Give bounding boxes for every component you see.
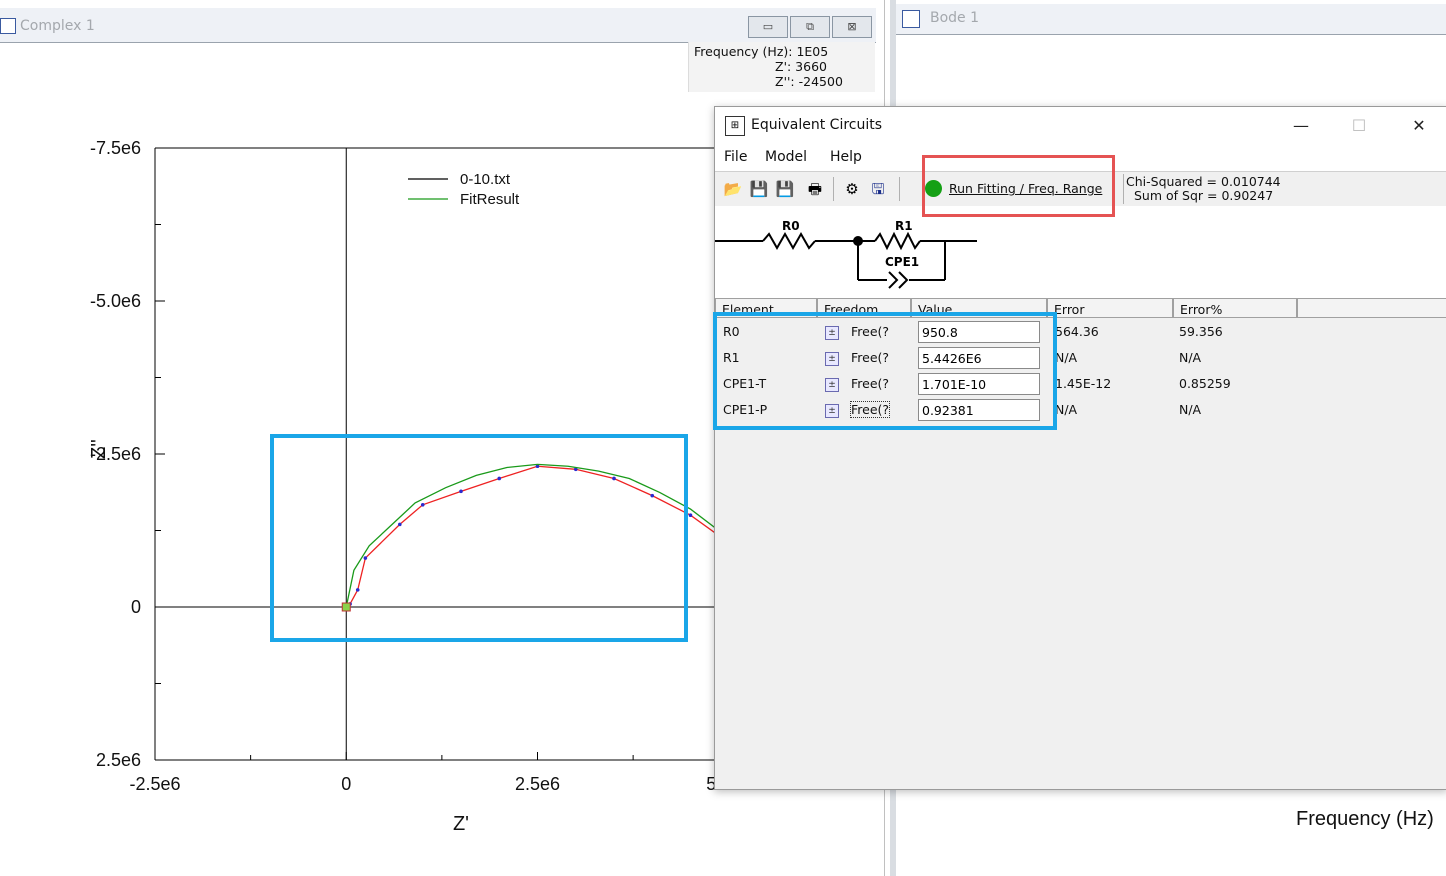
column-header-empty	[1297, 298, 1446, 318]
bode-titlebar[interactable]: Bode 1	[896, 4, 1446, 35]
restore-button[interactable]: ⧉	[790, 16, 830, 38]
plot-highlight	[270, 434, 688, 642]
x-tick-label: -2.5e6	[129, 774, 180, 794]
complex-window-title: Complex 1	[20, 18, 95, 34]
print-icon[interactable]: 🖶	[805, 179, 825, 199]
bode-window-icon	[902, 10, 920, 28]
column-header-error[interactable]: Error	[1047, 298, 1173, 318]
r0-label: R0	[782, 219, 800, 233]
save-circuit-icon[interactable]: 🖫	[868, 179, 888, 199]
y-axis-label: Z''	[88, 439, 110, 459]
column-header-error-pct[interactable]: Error%	[1173, 298, 1297, 318]
close-button[interactable]: ⊠	[832, 16, 872, 38]
resistor-r1[interactable]	[874, 231, 921, 251]
circuit-editor-icon[interactable]: ⚙	[842, 179, 862, 199]
plot-legend: 0-10.txt FitResult	[408, 171, 520, 208]
bode-x-axis-label: Frequency (Hz)	[1296, 808, 1434, 830]
r1-label: R1	[895, 219, 913, 233]
error-pct-cell: 59.356	[1179, 324, 1223, 339]
fit-statistics: Chi-Squared = 0.010744 Sum of Sqr = 0.90…	[1123, 174, 1446, 204]
cpe1-label: CPE1	[885, 255, 919, 269]
x-tick-label: 2.5e6	[515, 774, 560, 794]
circuit-app-icon: ⊞	[725, 116, 745, 136]
complex-titlebar[interactable]: Complex 1 ▭ ⧉ ⊠	[0, 8, 876, 43]
menu-file[interactable]: File	[724, 149, 747, 165]
circuit-schematic: R0 R1 CPE1	[715, 219, 977, 289]
y-tick-label: 2.5e6	[96, 750, 141, 770]
toolbar-separator	[899, 177, 900, 201]
maximize-icon[interactable]: ☐	[1339, 113, 1379, 139]
menu-help[interactable]: Help	[830, 149, 862, 165]
save-icon[interactable]: 💾	[749, 179, 769, 199]
error-cell: 564.36	[1055, 324, 1099, 339]
minimize-icon[interactable]: —	[1281, 113, 1321, 139]
x-axis-label: Z'	[453, 813, 469, 835]
legend-label: 0-10.txt	[460, 171, 511, 188]
toolbar-separator	[833, 177, 834, 201]
chi-squared-value: Chi-Squared = 0.010744	[1126, 174, 1281, 189]
run-fitting-highlight	[922, 155, 1115, 217]
error-cell: N/A	[1055, 350, 1078, 365]
y-tick-label: -7.5e6	[90, 138, 141, 158]
data-point	[688, 513, 693, 517]
parameters-highlight	[713, 312, 1057, 430]
open-folder-icon[interactable]: 📂	[723, 179, 743, 199]
x-tick-label: 0	[341, 774, 351, 794]
resistor-r0[interactable]	[762, 231, 816, 251]
error-pct-cell: N/A	[1179, 350, 1202, 365]
dialog-titlebar[interactable]: ⊞ Equivalent Circuits — ☐ ✕	[715, 107, 1446, 145]
cpe-element[interactable]	[888, 271, 899, 289]
error-pct-cell: 0.85259	[1179, 376, 1231, 391]
circuit-diagram[interactable]: R0 R1 CPE1	[715, 206, 1446, 298]
error-cell: 1.45E-12	[1055, 376, 1112, 391]
menu-model[interactable]: Model	[765, 149, 807, 165]
close-icon[interactable]: ✕	[1399, 113, 1439, 139]
y-tick-label: 0	[131, 597, 141, 617]
legend-label: FitResult	[460, 191, 520, 208]
bode-window-title: Bode 1	[930, 10, 980, 26]
sum-of-squares-value: Sum of Sqr = 0.90247	[1134, 188, 1274, 203]
error-cell: N/A	[1055, 402, 1078, 417]
dialog-title: Equivalent Circuits	[751, 117, 883, 133]
plot-window-icon	[0, 18, 16, 34]
save-as-icon[interactable]: 💾	[775, 179, 795, 199]
y-tick-label: -5.0e6	[90, 291, 141, 311]
minimize-button[interactable]: ▭	[748, 16, 788, 38]
error-pct-cell: N/A	[1179, 402, 1202, 417]
